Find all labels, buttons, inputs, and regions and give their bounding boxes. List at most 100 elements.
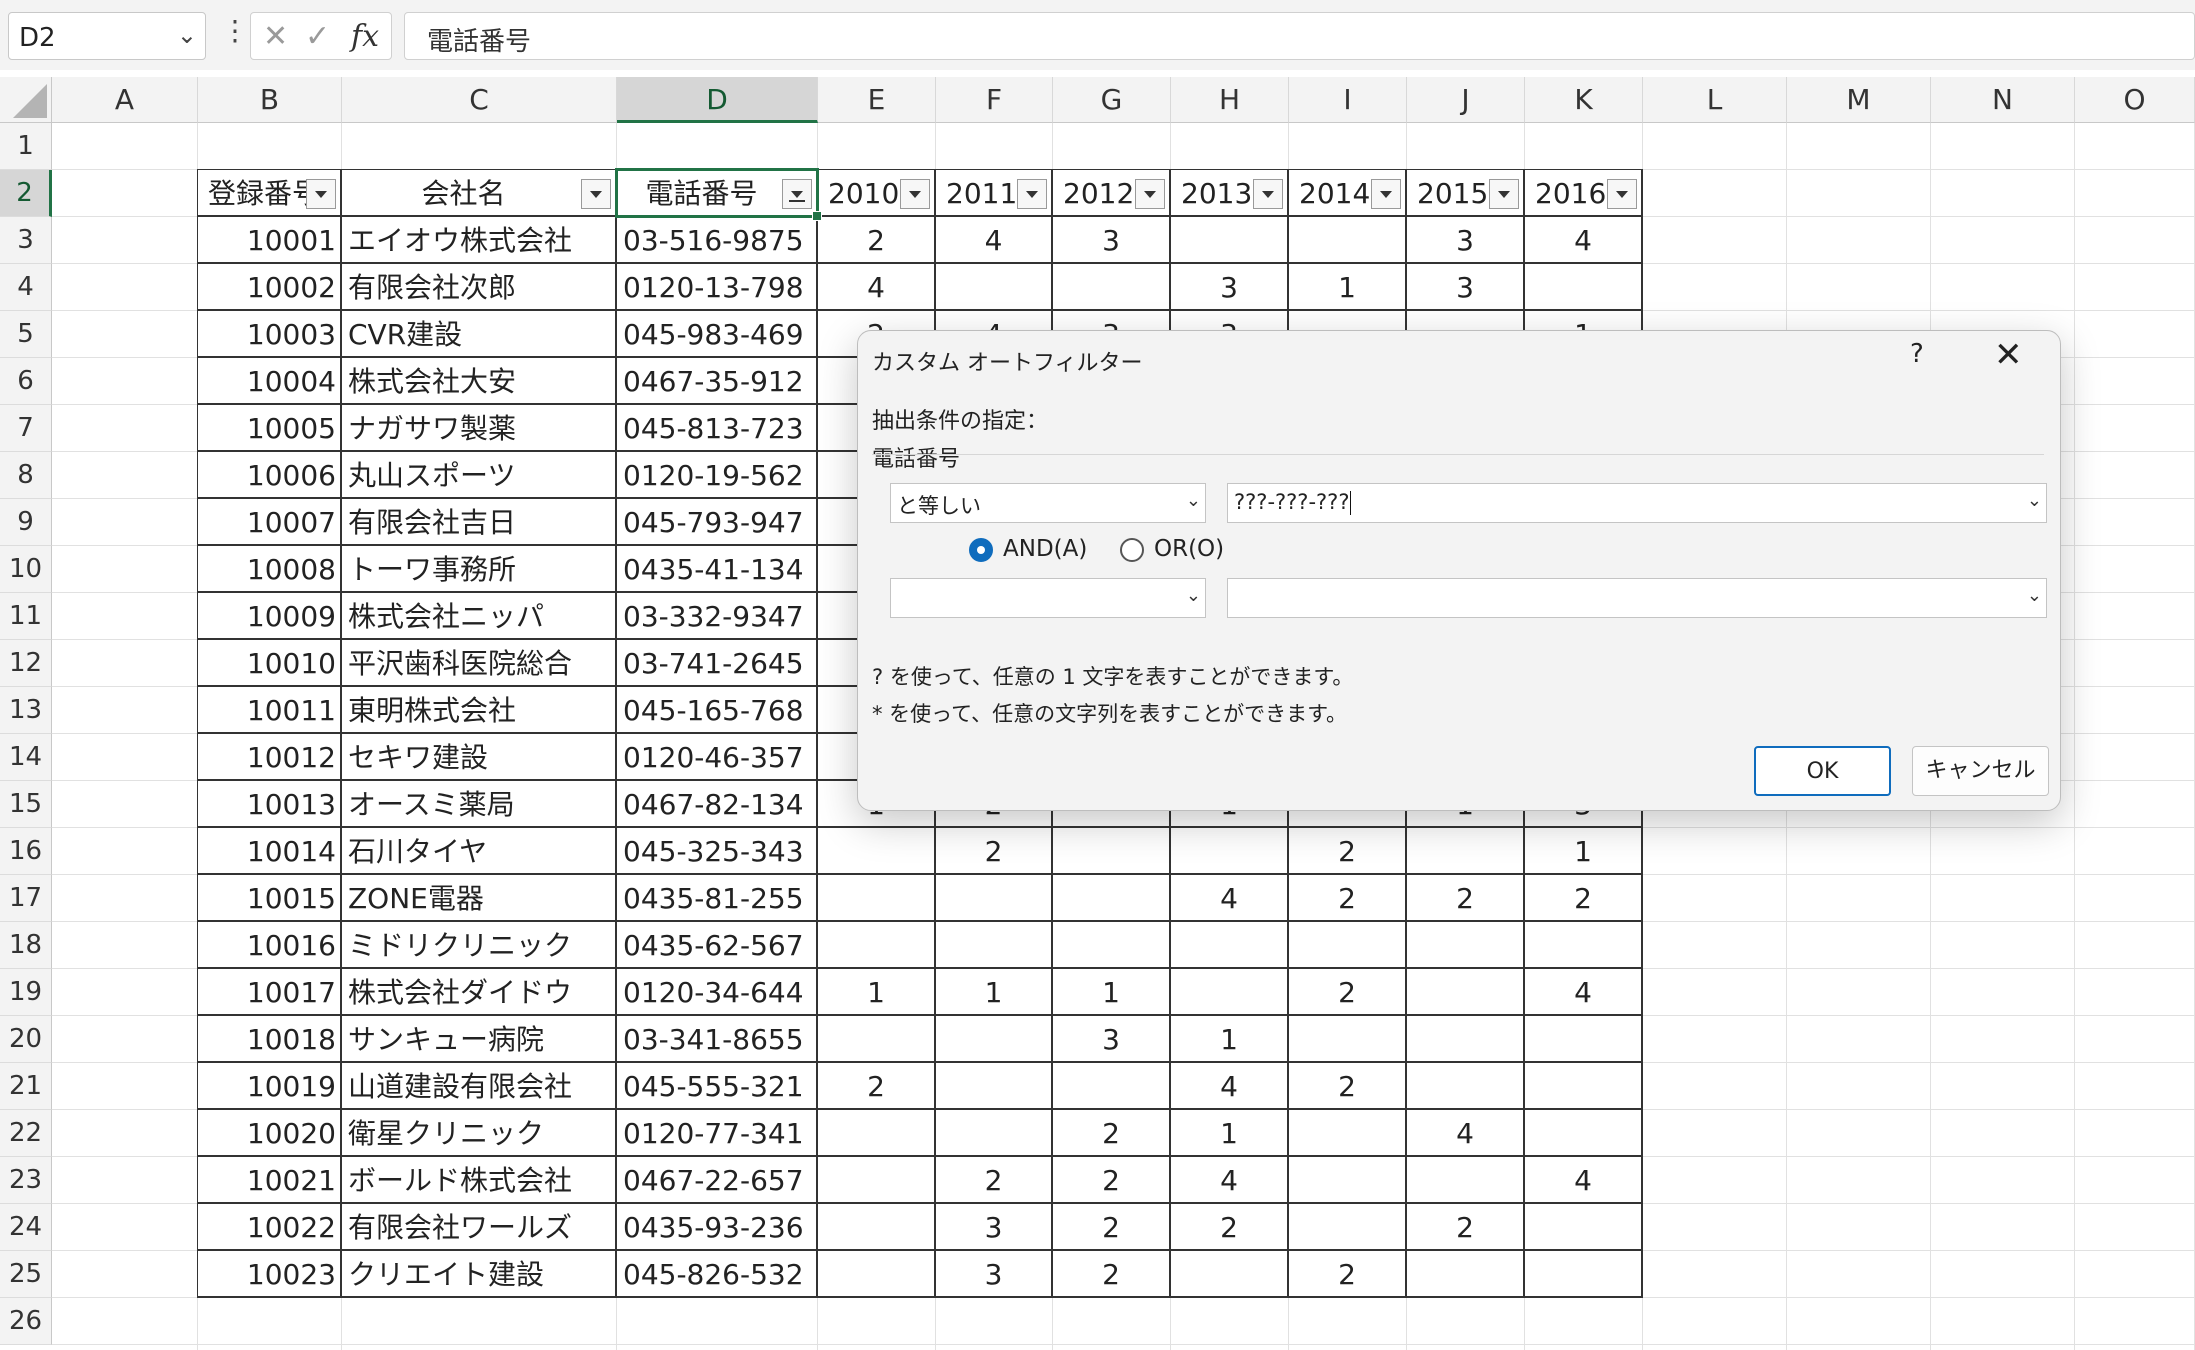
cell-count[interactable] xyxy=(1407,969,1525,1016)
filter-dropdown-icon[interactable] xyxy=(900,179,930,209)
cell-id[interactable]: 10011 xyxy=(198,687,342,734)
cell-count[interactable]: 4 xyxy=(1525,217,1643,264)
cell-phone[interactable]: 03-341-8655 xyxy=(617,1016,818,1063)
cell-count[interactable] xyxy=(936,1063,1053,1110)
cell-count[interactable] xyxy=(818,1157,936,1204)
cell-company[interactable]: 山道建設有限会社 xyxy=(342,1063,617,1110)
cell-count[interactable]: 2 xyxy=(936,1157,1053,1204)
cell-id[interactable]: 10006 xyxy=(198,452,342,499)
cell-count[interactable] xyxy=(1289,1110,1407,1157)
cell-count[interactable]: 1 xyxy=(1289,264,1407,311)
cell-count[interactable] xyxy=(1407,1063,1525,1110)
filter-dropdown-icon[interactable] xyxy=(306,179,336,209)
row-header-5[interactable]: 5 xyxy=(0,311,52,358)
cell-count[interactable] xyxy=(818,1251,936,1298)
cell-phone[interactable]: 0120-13-798 xyxy=(617,264,818,311)
cell-count[interactable] xyxy=(1407,1016,1525,1063)
row-header-17[interactable]: 17 xyxy=(0,875,52,922)
column-header-o[interactable]: O xyxy=(2075,77,2195,123)
cell-count[interactable] xyxy=(1053,875,1171,922)
cell-id[interactable]: 10017 xyxy=(198,969,342,1016)
row-header-15[interactable]: 15 xyxy=(0,781,52,828)
cell-count[interactable]: 2 xyxy=(1407,875,1525,922)
cell-id[interactable]: 10014 xyxy=(198,828,342,875)
cell-count[interactable]: 4 xyxy=(936,217,1053,264)
or-radio[interactable]: OR(O) xyxy=(1120,536,1224,562)
cell-phone[interactable]: 0120-77-341 xyxy=(617,1110,818,1157)
operator2-select[interactable]: ⌄ xyxy=(890,578,1206,618)
cell-count[interactable] xyxy=(1171,828,1289,875)
cell-count[interactable]: 1 xyxy=(936,969,1053,1016)
cell-count[interactable]: 3 xyxy=(1053,1016,1171,1063)
cell-phone[interactable]: 03-516-9875 xyxy=(617,217,818,264)
cell-company[interactable]: ボールド株式会社 xyxy=(342,1157,617,1204)
cell-count[interactable] xyxy=(1171,217,1289,264)
cell-count[interactable]: 4 xyxy=(1171,875,1289,922)
cell-count[interactable] xyxy=(1525,1016,1643,1063)
chevron-down-icon[interactable]: ⌄ xyxy=(177,21,197,49)
cell-count[interactable] xyxy=(936,875,1053,922)
filter-dropdown-icon[interactable] xyxy=(1135,179,1165,209)
cell-phone[interactable]: 03-332-9347 xyxy=(617,593,818,640)
row-header-3[interactable]: 3 xyxy=(0,217,52,264)
cell-id[interactable]: 10002 xyxy=(198,264,342,311)
confirm-edit-icon[interactable]: ✓ xyxy=(305,19,330,54)
cell-phone[interactable]: 0467-22-657 xyxy=(617,1157,818,1204)
cell-phone[interactable]: 03-741-2645 xyxy=(617,640,818,687)
cell-count[interactable]: 1 xyxy=(1171,1016,1289,1063)
row-header-6[interactable]: 6 xyxy=(0,358,52,405)
table-header-cell[interactable]: 登録番号 xyxy=(198,170,342,217)
cell-phone[interactable]: 045-983-469 xyxy=(617,311,818,358)
fill-handle[interactable] xyxy=(812,211,822,221)
cell-count[interactable] xyxy=(1289,1204,1407,1251)
cell-count[interactable] xyxy=(1407,828,1525,875)
column-header-k[interactable]: K xyxy=(1525,77,1643,123)
cell-count[interactable] xyxy=(1525,1251,1643,1298)
row-header-4[interactable]: 4 xyxy=(0,264,52,311)
row-header-11[interactable]: 11 xyxy=(0,593,52,640)
cell-company[interactable]: 平沢歯科医院総合 xyxy=(342,640,617,687)
column-header-n[interactable]: N xyxy=(1931,77,2075,123)
cell-id[interactable]: 10019 xyxy=(198,1063,342,1110)
cell-company[interactable]: 丸山スポーツ xyxy=(342,452,617,499)
cell-company[interactable]: 有限会社次郎 xyxy=(342,264,617,311)
cell-count[interactable]: 4 xyxy=(1171,1157,1289,1204)
column-header-g[interactable]: G xyxy=(1053,77,1171,123)
cell-count[interactable]: 2 xyxy=(1289,969,1407,1016)
cell-id[interactable]: 10012 xyxy=(198,734,342,781)
cell-count[interactable] xyxy=(1289,217,1407,264)
cell-company[interactable]: 有限会社吉日 xyxy=(342,499,617,546)
filter-dropdown-icon[interactable] xyxy=(1371,179,1401,209)
table-header-cell[interactable]: 2015年 xyxy=(1407,170,1525,217)
cell-company[interactable]: サンキュー病院 xyxy=(342,1016,617,1063)
row-header-14[interactable]: 14 xyxy=(0,734,52,781)
cell-count[interactable] xyxy=(1407,922,1525,969)
cell-count[interactable]: 2 xyxy=(1289,828,1407,875)
row-header-13[interactable]: 13 xyxy=(0,687,52,734)
cell-count[interactable]: 3 xyxy=(1407,217,1525,264)
cell-count[interactable] xyxy=(1053,264,1171,311)
cell-id[interactable]: 10010 xyxy=(198,640,342,687)
cell-id[interactable]: 10004 xyxy=(198,358,342,405)
cell-count[interactable] xyxy=(936,1016,1053,1063)
cell-phone[interactable]: 045-555-321 xyxy=(617,1063,818,1110)
cell-phone[interactable]: 0435-93-236 xyxy=(617,1204,818,1251)
cell-count[interactable]: 2 xyxy=(1053,1110,1171,1157)
cell-company[interactable]: 石川タイヤ xyxy=(342,828,617,875)
cell-phone[interactable]: 0120-34-644 xyxy=(617,969,818,1016)
cell-company[interactable]: クリエイト建設 xyxy=(342,1251,617,1298)
cell-count[interactable]: 2 xyxy=(1053,1157,1171,1204)
cancel-button[interactable]: キャンセル xyxy=(1912,746,2049,796)
cell-phone[interactable]: 045-325-343 xyxy=(617,828,818,875)
cell-company[interactable]: 株式会社ニッパ xyxy=(342,593,617,640)
cell-company[interactable]: ミドリクリニック xyxy=(342,922,617,969)
cell-count[interactable] xyxy=(1525,922,1643,969)
row-header-12[interactable]: 12 xyxy=(0,640,52,687)
cell-count[interactable]: 3 xyxy=(1053,217,1171,264)
close-icon[interactable]: ✕ xyxy=(1994,335,2023,375)
cell-count[interactable] xyxy=(936,922,1053,969)
row-header-18[interactable]: 18 xyxy=(0,922,52,969)
value1-combobox[interactable]: ???-???-??? ⌄ xyxy=(1227,483,2047,523)
cell-count[interactable] xyxy=(818,1016,936,1063)
cell-phone[interactable]: 0120-19-562 xyxy=(617,452,818,499)
